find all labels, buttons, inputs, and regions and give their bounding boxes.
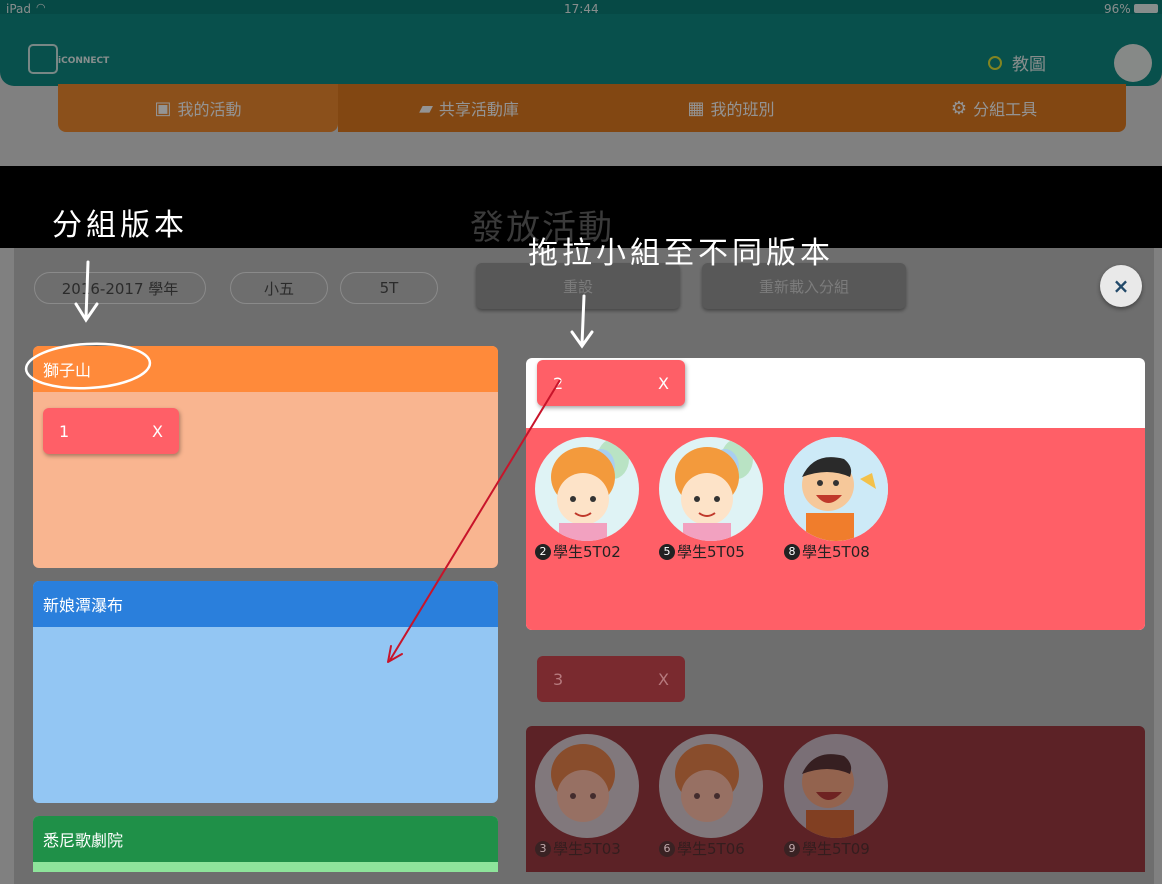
- annotation-arrows: [24, 260, 594, 663]
- down-arrow-icon: [74, 260, 99, 323]
- drag-arrow-icon: [389, 379, 561, 661]
- down-arrow-icon: [570, 294, 594, 349]
- highlight-circle: [24, 342, 152, 390]
